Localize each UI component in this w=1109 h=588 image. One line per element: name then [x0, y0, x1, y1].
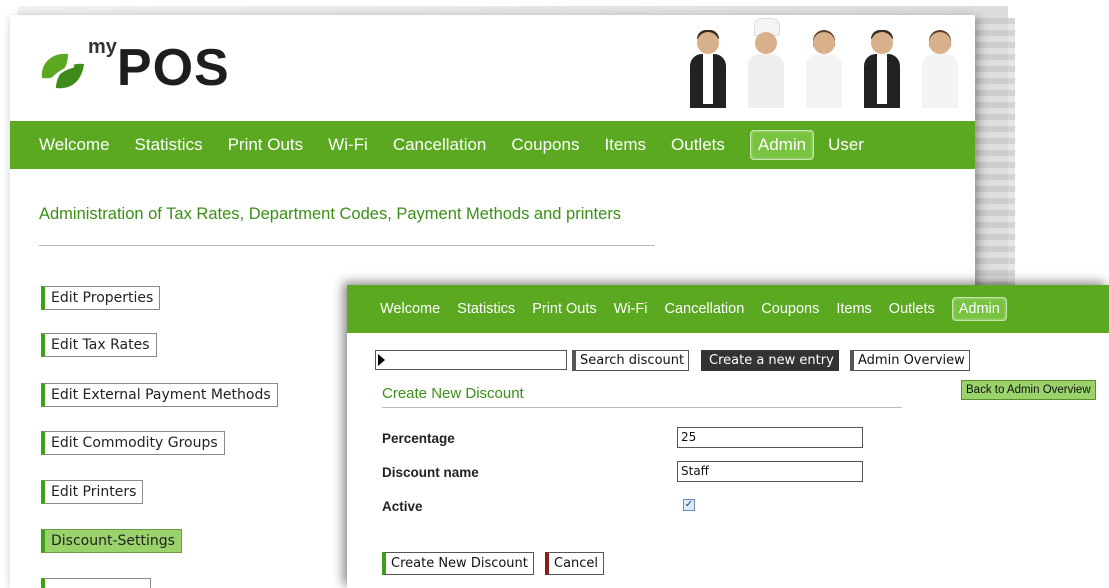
- cancel-button[interactable]: Cancel: [545, 552, 605, 575]
- waiter-figure: [864, 26, 900, 108]
- percentage-label: Percentage: [382, 431, 455, 446]
- search-discount-input[interactable]: [375, 350, 567, 370]
- search-discount-button[interactable]: Search discount: [572, 350, 690, 371]
- waitress-figure: [922, 26, 958, 108]
- discount-name-field[interactable]: Staff: [677, 461, 863, 482]
- nav-coupons[interactable]: Coupons: [511, 135, 579, 155]
- page-title: Administration of Tax Rates, Department …: [39, 205, 622, 223]
- staff-photo: [690, 18, 975, 108]
- active-checkbox[interactable]: ✓: [683, 499, 695, 511]
- form-divider: [382, 407, 902, 408]
- nav-print-outs[interactable]: Print Outs: [228, 135, 304, 155]
- edit-properties-button[interactable]: Edit Properties: [41, 286, 161, 310]
- nav-wifi[interactable]: Wi-Fi: [614, 301, 648, 317]
- nav-admin[interactable]: Admin: [749, 130, 815, 160]
- title-divider: [39, 245, 655, 246]
- nav-items[interactable]: Items: [604, 135, 646, 155]
- create-new-discount-button[interactable]: Create New Discount: [382, 552, 534, 575]
- nav-print-outs[interactable]: Print Outs: [532, 301, 596, 317]
- discount-name-label: Discount name: [382, 465, 479, 480]
- edit-tax-rates-button[interactable]: Edit Tax Rates: [41, 333, 157, 357]
- chef-figure: [748, 18, 784, 108]
- nav-user[interactable]: User: [828, 135, 864, 155]
- dropdown-arrow-icon: [378, 354, 385, 366]
- discount-settings-button[interactable]: Discount-Settings: [41, 529, 182, 553]
- leaf-logo-icon: [41, 53, 84, 93]
- nav-items[interactable]: Items: [836, 301, 871, 317]
- nav-coupons[interactable]: Coupons: [761, 301, 819, 317]
- nav-cancellation[interactable]: Cancellation: [393, 135, 487, 155]
- create-new-entry-button[interactable]: Create a new entry: [701, 350, 839, 371]
- nav-outlets[interactable]: Outlets: [671, 135, 725, 155]
- form-title: Create New Discount: [382, 385, 524, 402]
- overlay-nav: Welcome Statistics Print Outs Wi-Fi Canc…: [347, 285, 1109, 333]
- nav-statistics[interactable]: Statistics: [135, 135, 203, 155]
- logo-my-text: my: [88, 36, 117, 58]
- main-nav: Welcome Statistics Print Outs Wi-Fi Canc…: [10, 121, 975, 169]
- admin-overview-button[interactable]: Admin Overview: [850, 350, 970, 371]
- edit-printers-button[interactable]: Edit Printers: [41, 480, 144, 504]
- window-edge-shadow: [975, 18, 1015, 288]
- nav-admin[interactable]: Admin: [951, 297, 1007, 321]
- back-to-admin-tooltip: Back to Admin Overview: [961, 380, 1096, 400]
- waitress-figure: [806, 26, 842, 108]
- nav-welcome[interactable]: Welcome: [39, 135, 110, 155]
- nav-cancellation[interactable]: Cancellation: [664, 301, 744, 317]
- edit-commodity-groups-button[interactable]: Edit Commodity Groups: [41, 431, 225, 455]
- edit-external-payment-methods-button[interactable]: Edit External Payment Methods: [41, 383, 278, 407]
- menu-button-partial[interactable]: [41, 578, 151, 588]
- waiter-figure: [690, 26, 726, 108]
- active-label: Active: [382, 499, 423, 514]
- percentage-field[interactable]: 25: [677, 427, 863, 448]
- mypos-logo: my POS: [38, 34, 230, 94]
- nav-outlets[interactable]: Outlets: [889, 301, 935, 317]
- nav-statistics[interactable]: Statistics: [457, 301, 515, 317]
- logo-pos-text: POS: [116, 39, 230, 97]
- discount-window: Welcome Statistics Print Outs Wi-Fi Canc…: [347, 285, 1109, 588]
- nav-wifi[interactable]: Wi-Fi: [328, 135, 368, 155]
- nav-welcome[interactable]: Welcome: [380, 301, 440, 317]
